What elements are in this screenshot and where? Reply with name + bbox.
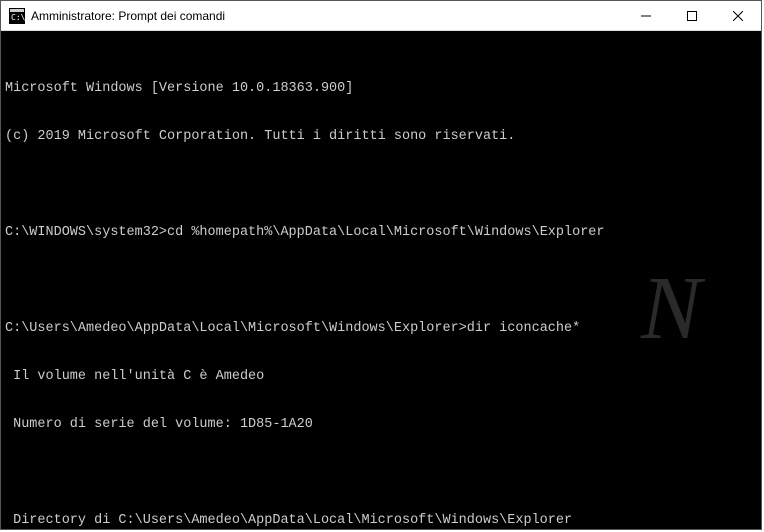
blank-line <box>5 465 757 481</box>
terminal-content[interactable]: N Microsoft Windows [Versione 10.0.18363… <box>1 31 761 529</box>
command-prompt-window: C:\ Amministratore: Prompt dei comandi N… <box>0 0 762 530</box>
window-title: Amministratore: Prompt dei comandi <box>31 9 623 23</box>
prompt-path: C:\Users\Amedeo\AppData\Local\Microsoft\… <box>5 321 467 336</box>
maximize-button[interactable] <box>669 1 715 31</box>
blank-line <box>5 273 757 289</box>
titlebar[interactable]: C:\ Amministratore: Prompt dei comandi <box>1 1 761 31</box>
svg-text:C:\: C:\ <box>11 13 25 22</box>
prompt-line: C:\Users\Amedeo\AppData\Local\Microsoft\… <box>5 321 757 337</box>
close-button[interactable] <box>715 1 761 31</box>
header-line: (c) 2019 Microsoft Corporation. Tutti i … <box>5 129 757 145</box>
blank-line <box>5 177 757 193</box>
volume-line: Numero di serie del volume: 1D85-1A20 <box>5 417 757 433</box>
prompt-line: C:\WINDOWS\system32>cd %homepath%\AppDat… <box>5 225 757 241</box>
prompt-command: dir iconcache* <box>467 321 580 336</box>
prompt-path: C:\WINDOWS\system32> <box>5 225 167 240</box>
directory-header: Directory di C:\Users\Amedeo\AppData\Loc… <box>5 513 757 529</box>
cmd-icon: C:\ <box>9 8 25 24</box>
prompt-command: cd %homepath%\AppData\Local\Microsoft\Wi… <box>167 225 604 240</box>
header-line: Microsoft Windows [Versione 10.0.18363.9… <box>5 81 757 97</box>
minimize-button[interactable] <box>623 1 669 31</box>
volume-line: Il volume nell'unità C è Amedeo <box>5 369 757 385</box>
window-controls <box>623 1 761 30</box>
watermark: N <box>641 301 701 317</box>
